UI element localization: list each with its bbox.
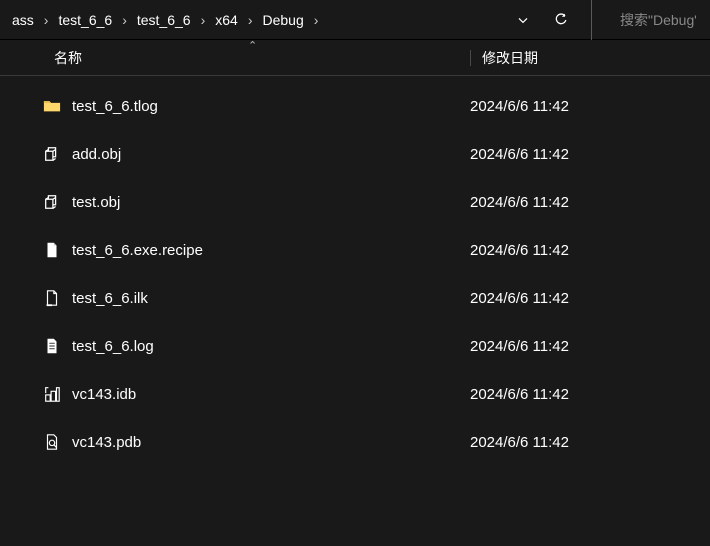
file-name: vc143.pdb: [72, 434, 470, 451]
file-name: test_6_6.ilk: [72, 290, 470, 307]
column-header-name[interactable]: 名称: [0, 48, 470, 68]
breadcrumb-item[interactable]: test_6_6: [133, 8, 195, 32]
file-list: test_6_6.tlog2024/6/6 11:42add.obj2024/6…: [0, 76, 710, 472]
file-row[interactable]: test_6_6.tlog2024/6/6 11:42: [0, 82, 710, 130]
obj-icon: [42, 144, 62, 164]
file-row[interactable]: test_6_6.log2024/6/6 11:42: [0, 322, 710, 370]
column-separator[interactable]: [470, 50, 471, 66]
chevron-right-icon: ›: [42, 12, 51, 28]
refresh-button[interactable]: [551, 10, 571, 30]
file-icon: [42, 240, 62, 260]
obj-icon: [42, 192, 62, 212]
file-row[interactable]: test.obj2024/6/6 11:42: [0, 178, 710, 226]
toolbar-actions: 搜索"Debug": [513, 0, 704, 40]
file-name: test.obj: [72, 194, 470, 211]
breadcrumb-item[interactable]: x64: [211, 8, 242, 32]
log-icon: [42, 336, 62, 356]
breadcrumb-item[interactable]: ass: [8, 8, 38, 32]
breadcrumb-item[interactable]: test_6_6: [54, 8, 116, 32]
file-row[interactable]: add.obj2024/6/6 11:42: [0, 130, 710, 178]
file-date: 2024/6/6 11:42: [470, 434, 569, 451]
file-date: 2024/6/6 11:42: [470, 338, 569, 355]
file-date: 2024/6/6 11:42: [470, 146, 569, 163]
pdb-icon: [42, 432, 62, 452]
file-date: 2024/6/6 11:42: [470, 386, 569, 403]
column-header-date-label: 修改日期: [482, 50, 538, 66]
file-row[interactable]: vc143.pdb2024/6/6 11:42: [0, 418, 710, 466]
file-row[interactable]: test_6_6.ilk2024/6/6 11:42: [0, 274, 710, 322]
search-input[interactable]: 搜索"Debug": [616, 10, 696, 30]
chevron-right-icon: ›: [312, 12, 321, 28]
chevron-right-icon: ›: [120, 12, 129, 28]
breadcrumb: ass › test_6_6 › test_6_6 › x64 › Debug …: [6, 8, 320, 32]
file-date: 2024/6/6 11:42: [470, 290, 569, 307]
chevron-right-icon: ›: [246, 12, 255, 28]
column-header-date[interactable]: 修改日期: [470, 48, 710, 68]
toolbar: ass › test_6_6 › test_6_6 › x64 › Debug …: [0, 0, 710, 40]
file-date: 2024/6/6 11:42: [470, 194, 569, 211]
sort-indicator-icon: ⌃: [248, 39, 257, 52]
column-header-row: ⌃ 名称 修改日期: [0, 40, 710, 76]
history-dropdown-button[interactable]: [513, 10, 533, 30]
file-name: test_6_6.exe.recipe: [72, 242, 470, 259]
file-name: vc143.idb: [72, 386, 470, 403]
ilk-icon: [42, 288, 62, 308]
folder-icon: [42, 96, 62, 116]
divider: [591, 0, 592, 40]
file-name: test_6_6.log: [72, 338, 470, 355]
breadcrumb-item[interactable]: Debug: [259, 8, 308, 32]
file-date: 2024/6/6 11:42: [470, 242, 569, 259]
idb-icon: [42, 384, 62, 404]
file-row[interactable]: vc143.idb2024/6/6 11:42: [0, 370, 710, 418]
chevron-right-icon: ›: [199, 12, 208, 28]
file-name: test_6_6.tlog: [72, 98, 470, 115]
file-row[interactable]: test_6_6.exe.recipe2024/6/6 11:42: [0, 226, 710, 274]
file-name: add.obj: [72, 146, 470, 163]
file-date: 2024/6/6 11:42: [470, 98, 569, 115]
